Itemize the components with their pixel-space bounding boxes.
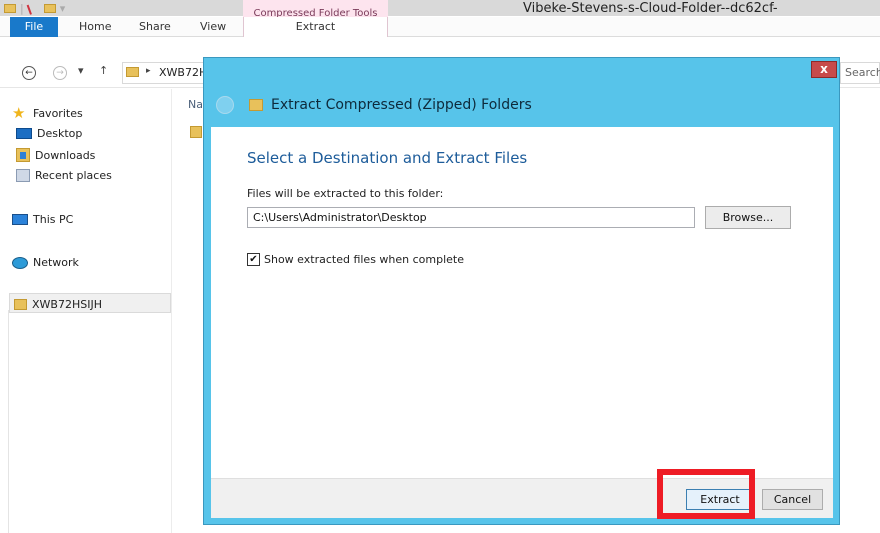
destination-label: Files will be extracted to this folder: — [247, 187, 444, 200]
nav-label: Desktop — [37, 127, 83, 140]
divider — [8, 310, 9, 533]
forward-button[interactable]: → — [53, 66, 67, 80]
folder-icon — [126, 67, 139, 77]
zip-file-icon[interactable] — [190, 126, 202, 138]
new-folder-icon[interactable] — [43, 3, 56, 13]
tab-view[interactable]: View — [200, 17, 226, 37]
separator: | — [20, 1, 24, 15]
nav-label: This PC — [33, 213, 74, 226]
star-icon: ★ — [12, 104, 26, 122]
destination-input[interactable] — [247, 207, 695, 228]
breadcrumb[interactable]: XWB72H — [159, 66, 207, 79]
nav-item-favorites[interactable]: ★ Favorites — [12, 104, 83, 122]
computer-icon — [12, 214, 28, 225]
nav-label: XWB72HSIJH — [32, 298, 102, 311]
window-title: Vibeke-Stevens-s-Cloud-Folder--dc62cf- — [523, 1, 778, 16]
nav-label: Recent places — [35, 169, 112, 182]
close-button[interactable]: x — [811, 61, 837, 78]
tab-extract[interactable]: Extract — [243, 17, 388, 37]
back-button[interactable]: ← — [22, 66, 36, 80]
column-header-name[interactable]: Na — [188, 98, 203, 111]
up-button[interactable]: ↑ — [99, 64, 108, 77]
highlight-box — [657, 469, 755, 519]
properties-icon[interactable] — [26, 1, 42, 15]
search-placeholder: Search — [845, 66, 880, 79]
zip-folder-icon — [249, 99, 263, 111]
show-files-checkbox[interactable]: ✔ — [247, 253, 260, 266]
recent-locations-icon[interactable]: ▾ — [78, 64, 84, 77]
tab-home[interactable]: Home — [79, 17, 111, 37]
back-arrow-icon[interactable] — [216, 96, 234, 114]
show-files-label: Show extracted files when complete — [264, 253, 465, 266]
network-icon — [12, 256, 28, 269]
nav-label: Favorites — [33, 106, 83, 120]
dialog-title: Extract Compressed (Zipped) Folders — [271, 97, 532, 113]
cancel-button[interactable]: Cancel — [762, 489, 823, 510]
extract-dialog: x Extract Compressed (Zipped) Folders Se… — [203, 57, 840, 525]
desktop-icon — [16, 128, 32, 139]
customize-icon[interactable]: ▾ — [60, 2, 66, 15]
dialog-heading: Select a Destination and Extract Files — [247, 149, 528, 167]
downloads-icon — [16, 148, 30, 162]
nav-item-desktop[interactable]: Desktop — [16, 127, 82, 140]
breadcrumb-arrow-icon[interactable]: ▸ — [146, 66, 151, 76]
nav-item-folder[interactable]: XWB72HSIJH — [14, 298, 102, 311]
nav-item-this-pc[interactable]: This PC — [12, 213, 73, 226]
dialog-body: Select a Destination and Extract Files F… — [211, 127, 833, 478]
tab-file[interactable]: File — [10, 17, 58, 37]
recent-places-icon — [16, 169, 30, 182]
folder-icon — [14, 299, 27, 310]
folder-icon[interactable] — [4, 3, 16, 13]
nav-label: Downloads — [35, 148, 96, 162]
nav-item-downloads[interactable]: Downloads — [16, 148, 95, 162]
quick-access-toolbar: | ▾ — [0, 0, 65, 16]
nav-item-network[interactable]: Network — [12, 256, 79, 269]
browse-button[interactable]: Browse... — [705, 206, 791, 229]
show-files-option[interactable]: ✔ Show extracted files when complete — [247, 253, 464, 266]
ribbon-tab-row — [0, 17, 880, 37]
nav-label: Network — [33, 256, 79, 269]
tab-share[interactable]: Share — [139, 17, 171, 37]
nav-item-recent-places[interactable]: Recent places — [16, 169, 112, 182]
